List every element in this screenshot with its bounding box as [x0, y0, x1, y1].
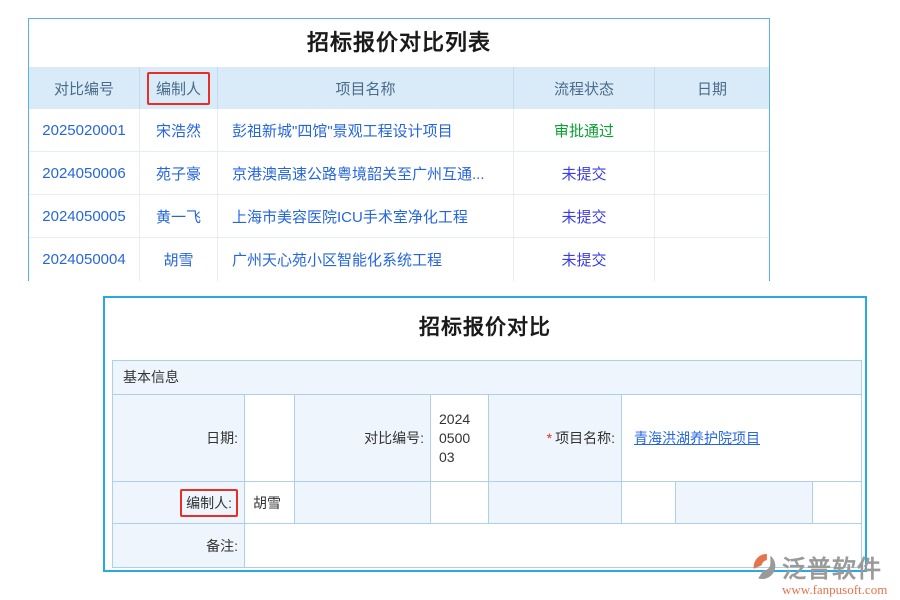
fanpu-url-text: www.fanpusoft.com: [782, 582, 900, 598]
required-asterisk: *: [547, 430, 552, 446]
fanpu-watermark: 泛普软件 www.fanpusoft.com: [752, 549, 900, 598]
row-status: 未提交: [514, 195, 655, 237]
bid-quote-comparison-list: 招标报价对比列表 对比编号 编制人 项目名称 流程状态 日期 202502000…: [28, 18, 770, 281]
list-header-row: 对比编号 编制人 项目名称 流程状态 日期: [29, 67, 769, 109]
section-header-basic-info: 基本信息: [113, 361, 861, 395]
author-label-highlight-box: 编制人:: [180, 489, 238, 517]
row-project-link[interactable]: 广州天心苑小区智能化系统工程: [218, 238, 514, 281]
col-header-date: 日期: [655, 67, 769, 109]
empty-value-cell[interactable]: [622, 482, 676, 523]
basic-info-box: 基本信息 日期: 对比编号: 2024050003 * 项目名称: 青海洪湖养护…: [112, 360, 862, 568]
empty-label-cell: [676, 482, 813, 523]
row-status: 审批通过: [514, 109, 655, 151]
row-status: 未提交: [514, 152, 655, 194]
row-date: [655, 195, 769, 237]
table-row: 2024050004 胡雪 广州天心苑小区智能化系统工程 未提交: [29, 238, 769, 281]
author-label: 编制人:: [113, 482, 245, 523]
list-title: 招标报价对比列表: [29, 19, 769, 67]
author-field[interactable]: 胡雪: [245, 482, 295, 523]
row-project-link[interactable]: 彭祖新城"四馆"景观工程设计项目: [218, 109, 514, 151]
table-row: 2024050006 苑子豪 京港澳高速公路粤境韶关至广州互通... 未提交: [29, 152, 769, 195]
row-author: 胡雪: [140, 238, 218, 281]
fanpu-brand-text: 泛普软件: [782, 549, 882, 584]
fanpu-logo-icon: [752, 553, 780, 581]
project-name-link[interactable]: 青海洪湖养护院项目: [622, 428, 760, 448]
date-label: 日期:: [113, 395, 245, 481]
bid-quote-comparison-form: 招标报价对比 基本信息 日期: 对比编号: 2024050003 * 项目名称:…: [103, 296, 867, 572]
row-status: 未提交: [514, 238, 655, 281]
empty-label-cell: [489, 482, 622, 523]
author-header-highlight-box: 编制人: [147, 72, 210, 105]
table-row: 2025020001 宋浩然 彭祖新城"四馆"景观工程设计项目 审批通过: [29, 109, 769, 152]
col-header-status: 流程状态: [514, 67, 655, 109]
row-author: 苑子豪: [140, 152, 218, 194]
col-header-compare-no: 对比编号: [29, 67, 140, 109]
project-name-cell: 青海洪湖养护院项目: [622, 395, 861, 481]
empty-label-cell: [295, 482, 431, 523]
compare-no-field[interactable]: 2024050003: [431, 395, 489, 481]
row-compare-no[interactable]: 2024050006: [29, 152, 140, 194]
row-compare-no[interactable]: 2024050004: [29, 238, 140, 281]
row-compare-no[interactable]: 2025020001: [29, 109, 140, 151]
col-header-author: 编制人: [140, 67, 218, 109]
row-date: [655, 152, 769, 194]
compare-no-label: 对比编号:: [295, 395, 431, 481]
row-author: 宋浩然: [140, 109, 218, 151]
empty-value-cell[interactable]: [431, 482, 489, 523]
form-row-2: 编制人: 胡雪: [113, 482, 861, 524]
row-project-link[interactable]: 京港澳高速公路粤境韶关至广州互通...: [218, 152, 514, 194]
row-date: [655, 238, 769, 281]
row-project-link[interactable]: 上海市美容医院ICU手术室净化工程: [218, 195, 514, 237]
form-row-1: 日期: 对比编号: 2024050003 * 项目名称: 青海洪湖养护院项目: [113, 395, 861, 482]
row-compare-no[interactable]: 2024050005: [29, 195, 140, 237]
form-row-3: 备注:: [113, 524, 861, 567]
project-name-label: * 项目名称:: [489, 395, 622, 481]
col-header-project: 项目名称: [218, 67, 514, 109]
row-author: 黄一飞: [140, 195, 218, 237]
date-field[interactable]: [245, 395, 295, 481]
project-name-label-text: 项目名称:: [555, 428, 615, 448]
form-title: 招标报价对比: [105, 298, 865, 358]
remark-label: 备注:: [113, 524, 245, 567]
table-row: 2024050005 黄一飞 上海市美容医院ICU手术室净化工程 未提交: [29, 195, 769, 238]
row-date: [655, 109, 769, 151]
empty-value-cell[interactable]: [813, 482, 861, 523]
